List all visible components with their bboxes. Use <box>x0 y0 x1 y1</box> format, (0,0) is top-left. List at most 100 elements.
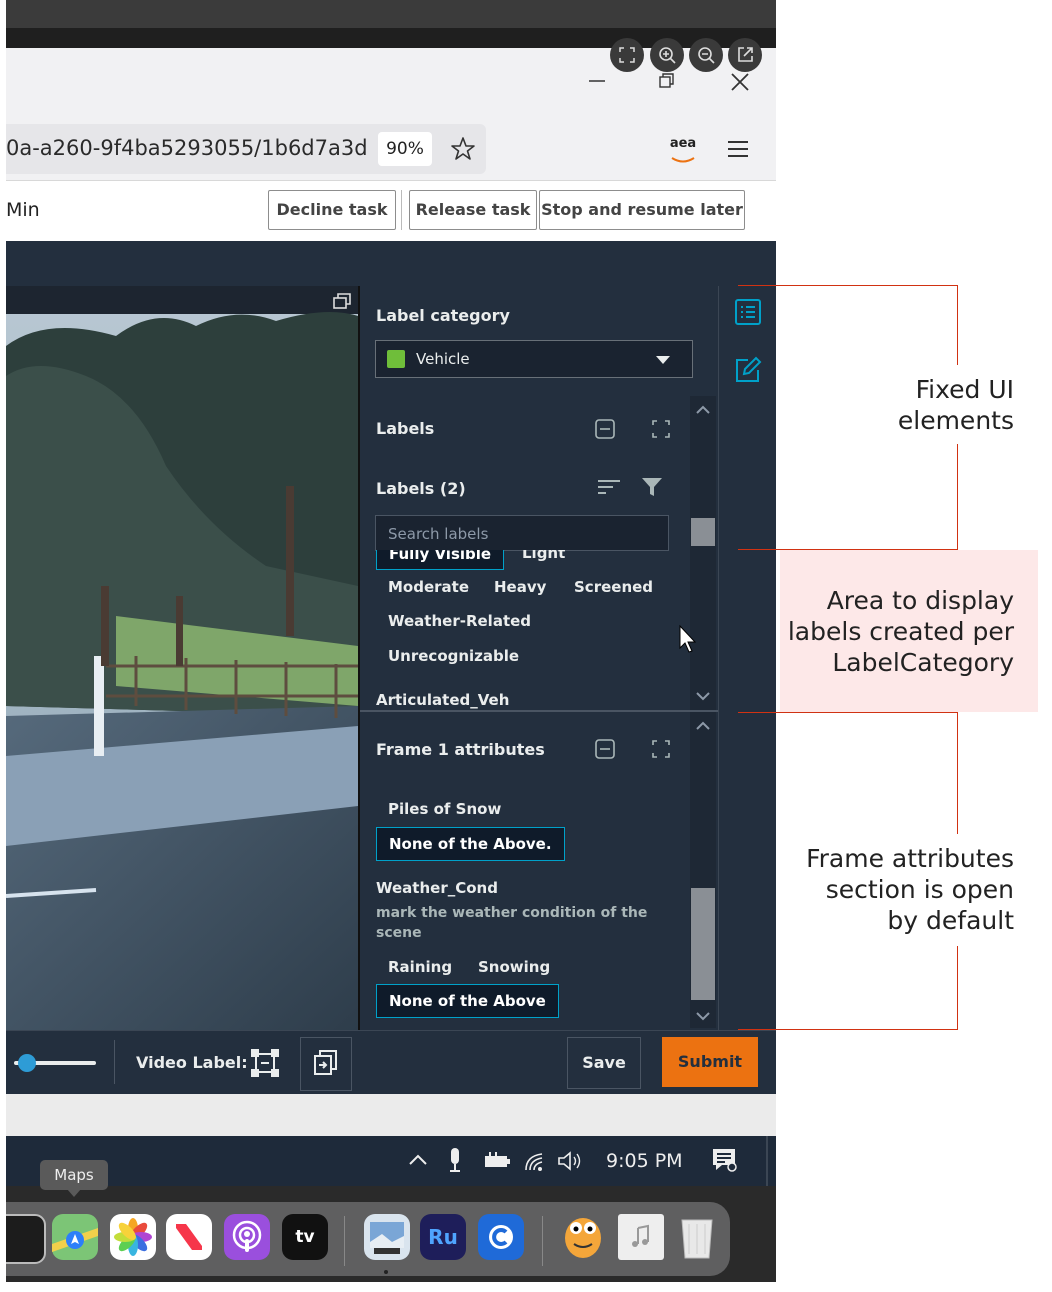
filter-icon[interactable] <box>640 476 664 498</box>
release-task-button[interactable]: Release task <box>409 190 537 230</box>
collapse-icon[interactable] <box>594 418 616 440</box>
task-title-partial: Min <box>6 199 40 221</box>
video-frame[interactable] <box>6 286 358 1030</box>
mascot-app-icon[interactable] <box>560 1214 606 1260</box>
bounding-box-tool-icon[interactable] <box>250 1048 280 1078</box>
photos-app-icon[interactable] <box>110 1214 156 1260</box>
terminal-app-icon[interactable] <box>6 1214 46 1264</box>
label-option-light[interactable]: Light <box>522 550 565 562</box>
label-option-moderate[interactable]: Moderate <box>388 578 469 596</box>
callout-line-bottom-h <box>738 1029 958 1030</box>
frame-scroll-thumb[interactable] <box>691 888 715 1000</box>
tooltip-arrow <box>67 1189 81 1197</box>
save-button[interactable]: Save <box>567 1037 641 1089</box>
label-option-screened[interactable]: Screened <box>574 578 653 596</box>
option-snowing[interactable]: Snowing <box>478 958 550 976</box>
frame-scrollbar[interactable] <box>690 712 716 1028</box>
label-option-weather-related[interactable]: Weather-Related <box>388 612 531 630</box>
option-piles-of-snow[interactable]: Piles of Snow <box>388 800 501 818</box>
expand-icon[interactable] <box>650 418 672 440</box>
chevron-down-icon <box>654 352 672 366</box>
chevron-up-icon[interactable] <box>406 1150 430 1170</box>
dock-separator <box>344 1216 345 1266</box>
annotation-fixed-ui: Fixed UI elements <box>840 374 1014 436</box>
labels-count: Labels (2) <box>376 479 466 498</box>
lightroom-app-icon[interactable]: Ru <box>420 1214 466 1260</box>
edit-note-icon[interactable] <box>734 356 762 384</box>
fullscreen-icon[interactable] <box>610 38 644 72</box>
label-option-heavy[interactable]: Heavy <box>494 578 546 596</box>
submit-button[interactable]: Submit <box>662 1037 758 1087</box>
annotation-fixed-ui-line1: Fixed UI <box>915 375 1014 404</box>
option-none-of-the-above-selected[interactable]: None of the Above. <box>376 827 565 861</box>
label-list-icon[interactable] <box>734 298 762 326</box>
clock-time[interactable]: 9:05 PM <box>606 1150 683 1172</box>
option-raining[interactable]: Raining <box>388 958 452 976</box>
weather-cond-desc-1: mark the weather condition of the <box>376 905 648 921</box>
wifi-icon[interactable] <box>522 1150 548 1172</box>
profile-amazon-icon[interactable]: aea <box>666 136 700 166</box>
popout-icon[interactable] <box>332 292 352 312</box>
submit-label: Submit <box>677 1052 743 1071</box>
toolbar-divider <box>114 1040 115 1084</box>
news-app-icon[interactable] <box>166 1214 212 1260</box>
profile-label: aea <box>669 136 697 151</box>
clipchamp-app-icon[interactable] <box>478 1214 524 1260</box>
zoom-level[interactable]: 90% <box>378 132 432 166</box>
zoom-out-icon[interactable] <box>689 38 723 72</box>
label-option-unrecognizable[interactable]: Unrecognizable <box>388 647 519 665</box>
zoom-in-icon[interactable] <box>650 38 684 72</box>
frame-scroll-down-icon[interactable] <box>690 1006 716 1026</box>
callout-line-top-v2 <box>957 444 958 550</box>
trash-icon[interactable] <box>674 1214 720 1260</box>
minimize-icon[interactable] <box>586 70 608 92</box>
frame-expand-icon[interactable] <box>650 738 672 760</box>
category-color-swatch <box>387 350 405 368</box>
url-text[interactable]: 0a-a260-9f4ba5293055/1b6d7a3d-7c <box>6 136 368 160</box>
stop-resume-button[interactable]: Stop and resume later <box>539 190 745 230</box>
bookmark-star-icon[interactable] <box>450 136 476 162</box>
restore-icon[interactable] <box>656 70 678 92</box>
menu-icon[interactable] <box>726 138 750 160</box>
annotation-frame-line3: by default <box>887 906 1014 935</box>
callout-line-top-v1 <box>957 285 958 365</box>
open-external-icon[interactable] <box>728 38 762 72</box>
scroll-up-icon[interactable] <box>690 400 716 420</box>
battery-icon[interactable] <box>482 1150 512 1170</box>
podcasts-app-icon[interactable] <box>224 1214 270 1260</box>
notification-icon[interactable] <box>710 1146 738 1174</box>
right-sidebar <box>718 286 776 1030</box>
labels-scrollbar[interactable] <box>690 396 716 710</box>
close-icon[interactable] <box>728 70 752 94</box>
music-file-icon[interactable] <box>618 1214 664 1260</box>
label-chip-fully-visible[interactable]: Fully Visible <box>376 550 505 570</box>
save-label: Save <box>582 1053 626 1072</box>
preview-app-icon[interactable] <box>364 1214 410 1260</box>
frame-collapse-icon[interactable] <box>594 738 616 760</box>
copy-label-button[interactable] <box>300 1037 352 1091</box>
top-strip <box>6 0 776 28</box>
callout-line-lower-h <box>738 712 958 713</box>
tv-app-icon[interactable]: tv <box>282 1214 328 1260</box>
frame-attributes-heading: Frame 1 attributes <box>376 740 545 759</box>
microphone-icon[interactable] <box>446 1146 464 1174</box>
search-labels-input[interactable]: Search labels <box>375 515 669 551</box>
road-scene-image <box>6 286 358 1030</box>
header-divider <box>401 190 402 230</box>
volume-icon[interactable] <box>556 1150 584 1172</box>
sort-icon[interactable] <box>596 476 622 498</box>
scroll-down-icon[interactable] <box>690 686 716 706</box>
maps-app-icon[interactable] <box>52 1214 98 1260</box>
decline-task-button[interactable]: Decline task <box>268 190 396 230</box>
next-label-name[interactable]: Articulated_Veh <box>376 691 509 709</box>
tool-band <box>6 241 776 286</box>
tv-app-label: tv <box>295 1227 315 1247</box>
weather-cond-title: Weather_Cond <box>376 879 498 897</box>
slider-knob[interactable] <box>18 1054 36 1072</box>
callout-line-top-h <box>738 285 958 286</box>
frame-scroll-up-icon[interactable] <box>690 716 716 736</box>
option-none-of-the-above-weather[interactable]: None of the Above <box>376 984 559 1018</box>
taskbar-edge <box>766 1136 768 1186</box>
maps-tooltip: Maps <box>40 1160 108 1190</box>
scroll-thumb[interactable] <box>691 518 715 546</box>
